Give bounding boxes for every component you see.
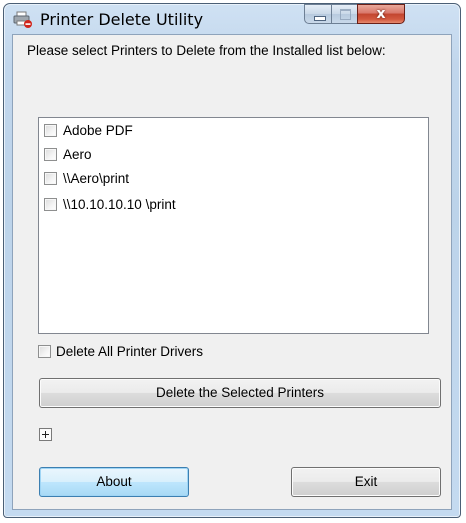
maximize-icon <box>340 9 351 20</box>
list-item[interactable]: \\10.10.10.10 \print <box>44 195 176 213</box>
about-button[interactable]: About <box>39 467 189 497</box>
printer-name: Aero <box>63 146 92 162</box>
delete-all-drivers-label: Delete All Printer Drivers <box>56 343 204 359</box>
printer-list[interactable]: Adobe PDF Aero \\Aero\print \\10.10.10.1… <box>38 117 429 334</box>
printer-checkbox[interactable] <box>44 147 57 161</box>
list-item[interactable]: Adobe PDF <box>44 121 133 139</box>
list-item[interactable]: Aero <box>44 145 92 163</box>
printer-delete-icon <box>13 11 33 29</box>
exit-button[interactable]: Exit <box>291 467 441 497</box>
instructions-text: Please select Printers to Delete from th… <box>27 43 386 58</box>
minimize-icon <box>314 16 326 21</box>
close-button[interactable]: x <box>357 4 405 24</box>
window-title: Printer Delete Utility <box>40 10 204 29</box>
title-bar[interactable]: Printer Delete Utility x <box>4 4 460 34</box>
delete-selected-printers-button[interactable]: Delete the Selected Printers <box>39 378 441 408</box>
printer-name: \\10.10.10.10 \print <box>63 196 176 212</box>
delete-all-drivers-option[interactable]: Delete All Printer Drivers <box>38 342 203 360</box>
list-item[interactable]: \\Aero\print <box>44 169 129 187</box>
printer-name: \\Aero\print <box>63 170 130 186</box>
plus-icon[interactable] <box>39 428 52 441</box>
delete-all-drivers-checkbox[interactable] <box>38 344 51 358</box>
printer-checkbox[interactable] <box>44 123 57 137</box>
close-icon: x <box>376 6 386 22</box>
maximize-button <box>331 4 358 24</box>
printer-checkbox[interactable] <box>44 171 57 185</box>
minimize-button[interactable] <box>304 4 332 24</box>
printer-name: Adobe PDF <box>63 122 133 138</box>
printer-checkbox[interactable] <box>44 197 57 211</box>
